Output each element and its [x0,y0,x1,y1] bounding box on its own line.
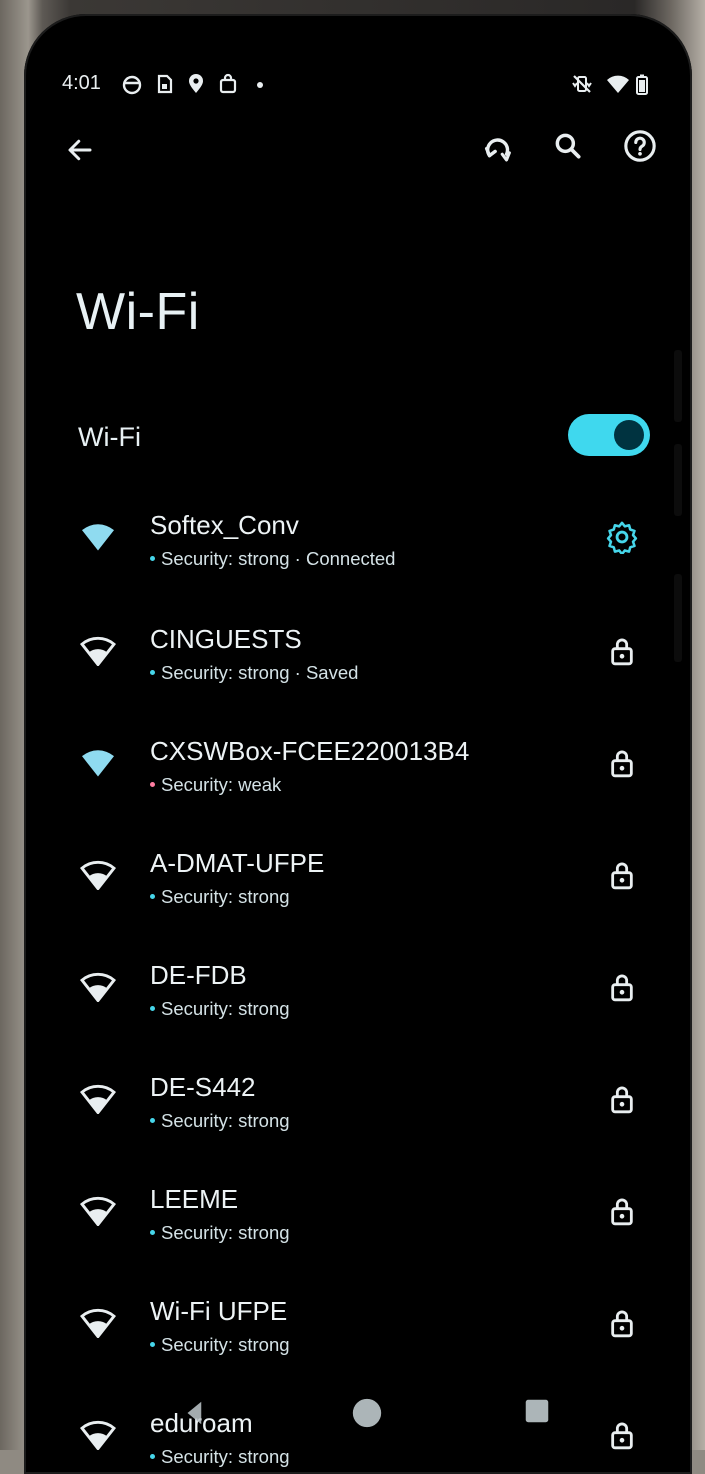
search-button[interactable] [544,122,592,170]
network-status-text: Security: strong [161,1334,290,1355]
network-lock [604,632,640,670]
back-arrow-icon [68,139,92,161]
wifi-partial-icon [80,972,116,1002]
network-status: Security: strong [150,886,290,908]
nav-back-icon[interactable] [180,1398,210,1428]
wifi-full-icon [82,524,114,551]
lock-icon [611,862,633,890]
sim-card-icon [157,74,173,94]
network-status-text: Security: strong · Connected [161,548,396,569]
battery-icon [636,74,648,95]
wifi-signal-icon [607,75,629,93]
gear-icon [606,521,638,554]
lock-icon [611,974,633,1002]
security-dot [150,1229,155,1235]
help-icon [624,130,656,162]
network-name: Wi-Fi UFPE [150,1296,288,1326]
security-dot [150,1341,155,1347]
wifi-toggle-label: Wi-Fi [78,422,141,452]
phone-frame: 4:01 Wi-Fi Wi-Fi Softex_Conv Security: s… [24,14,692,1474]
status-bar: 4:01 [62,70,662,100]
navigation-bar [24,1394,692,1454]
network-item-a-dmat-ufpe[interactable]: A-DMAT-UFPE Security: strong [64,818,664,930]
wifi-switch[interactable] [568,414,650,456]
network-item-softex-conv[interactable]: Softex_Conv Security: strong · Connected [64,480,664,592]
network-status: Security: strong [150,1334,290,1356]
network-status: Security: strong [150,1222,290,1244]
refresh-icon [484,138,511,162]
security-dot [150,1453,155,1459]
wifi-switch-knob [614,420,644,450]
network-lock [604,1080,640,1118]
network-status: Security: strong [150,1110,290,1132]
security-dot [150,1005,155,1011]
help-button[interactable] [616,122,664,170]
network-status: Security: strong · Saved [150,662,358,684]
nav-home-icon[interactable] [350,1396,384,1430]
shopping-bag-icon [219,73,237,94]
security-dot-weak [150,781,155,787]
network-name: CINGUESTS [150,624,302,654]
network-name: DE-S442 [150,1072,256,1102]
dot-icon [257,82,263,88]
network-status-text: Security: strong [161,998,290,1019]
network-status: Security: weak [150,774,281,796]
network-lock [604,744,640,782]
volume-button [674,444,682,516]
network-name: Softex_Conv [150,510,299,540]
network-name: CXSWBox-FCEE220013B4 [150,736,470,766]
status-time: 4:01 [62,72,101,94]
lock-icon [611,1198,633,1226]
lock-icon [611,638,633,666]
power-button [674,574,682,662]
network-lock [604,1192,640,1230]
search-icon [555,133,581,159]
page-title: Wi-Fi [76,283,200,341]
lock-icon [611,750,633,778]
volume-button [674,350,682,422]
network-status-text: Security: strong [161,1222,290,1243]
network-item-wifi-ufpe[interactable]: Wi-Fi UFPE Security: strong [64,1266,664,1378]
lock-icon [611,1310,633,1338]
wifi-partial-icon [80,1308,116,1338]
wifi-partial-icon [80,860,116,890]
network-settings-button[interactable] [604,518,640,556]
circle-app-icon [122,75,142,95]
lock-icon [611,1086,633,1114]
network-status-text: Security: strong · Saved [161,662,359,683]
security-dot [150,1117,155,1123]
wifi-settings-screen: 4:01 Wi-Fi Wi-Fi Softex_Conv Security: s… [24,14,692,1474]
network-item-de-s442[interactable]: DE-S442 Security: strong [64,1042,664,1154]
security-dot [150,893,155,899]
network-lock [604,1304,640,1342]
network-item-leeme[interactable]: LEEME Security: strong [64,1154,664,1266]
network-item-cxswbox[interactable]: CXSWBox-FCEE220013B4 Security: weak [64,706,664,818]
network-lock [604,856,640,894]
wifi-full-icon [82,750,114,777]
network-name: A-DMAT-UFPE [150,848,325,878]
network-item-cinguests[interactable]: CINGUESTS Security: strong · Saved [64,594,664,706]
wifi-partial-icon [80,636,116,666]
network-name: DE-FDB [150,960,247,990]
network-name: LEEME [150,1184,239,1214]
wifi-partial-icon [80,1196,116,1226]
refresh-button[interactable] [474,126,522,174]
network-status-text: Security: weak [161,774,282,795]
wifi-toggle-row[interactable]: Wi-Fi [64,394,664,464]
security-dot [150,669,155,675]
nav-recents-icon[interactable] [522,1396,552,1426]
network-status-text: Security: strong [161,1110,290,1131]
location-pin-icon [189,74,203,93]
security-dot [150,555,155,561]
network-lock [604,968,640,1006]
network-item-de-fdb[interactable]: DE-FDB Security: strong [64,930,664,1042]
back-button[interactable] [56,126,104,174]
network-status: Security: strong · Connected [150,548,395,570]
network-status: Security: strong [150,998,290,1020]
network-status-text: Security: strong [161,886,290,907]
wifi-partial-icon [80,1084,116,1114]
vibrate-off-icon [572,75,592,93]
